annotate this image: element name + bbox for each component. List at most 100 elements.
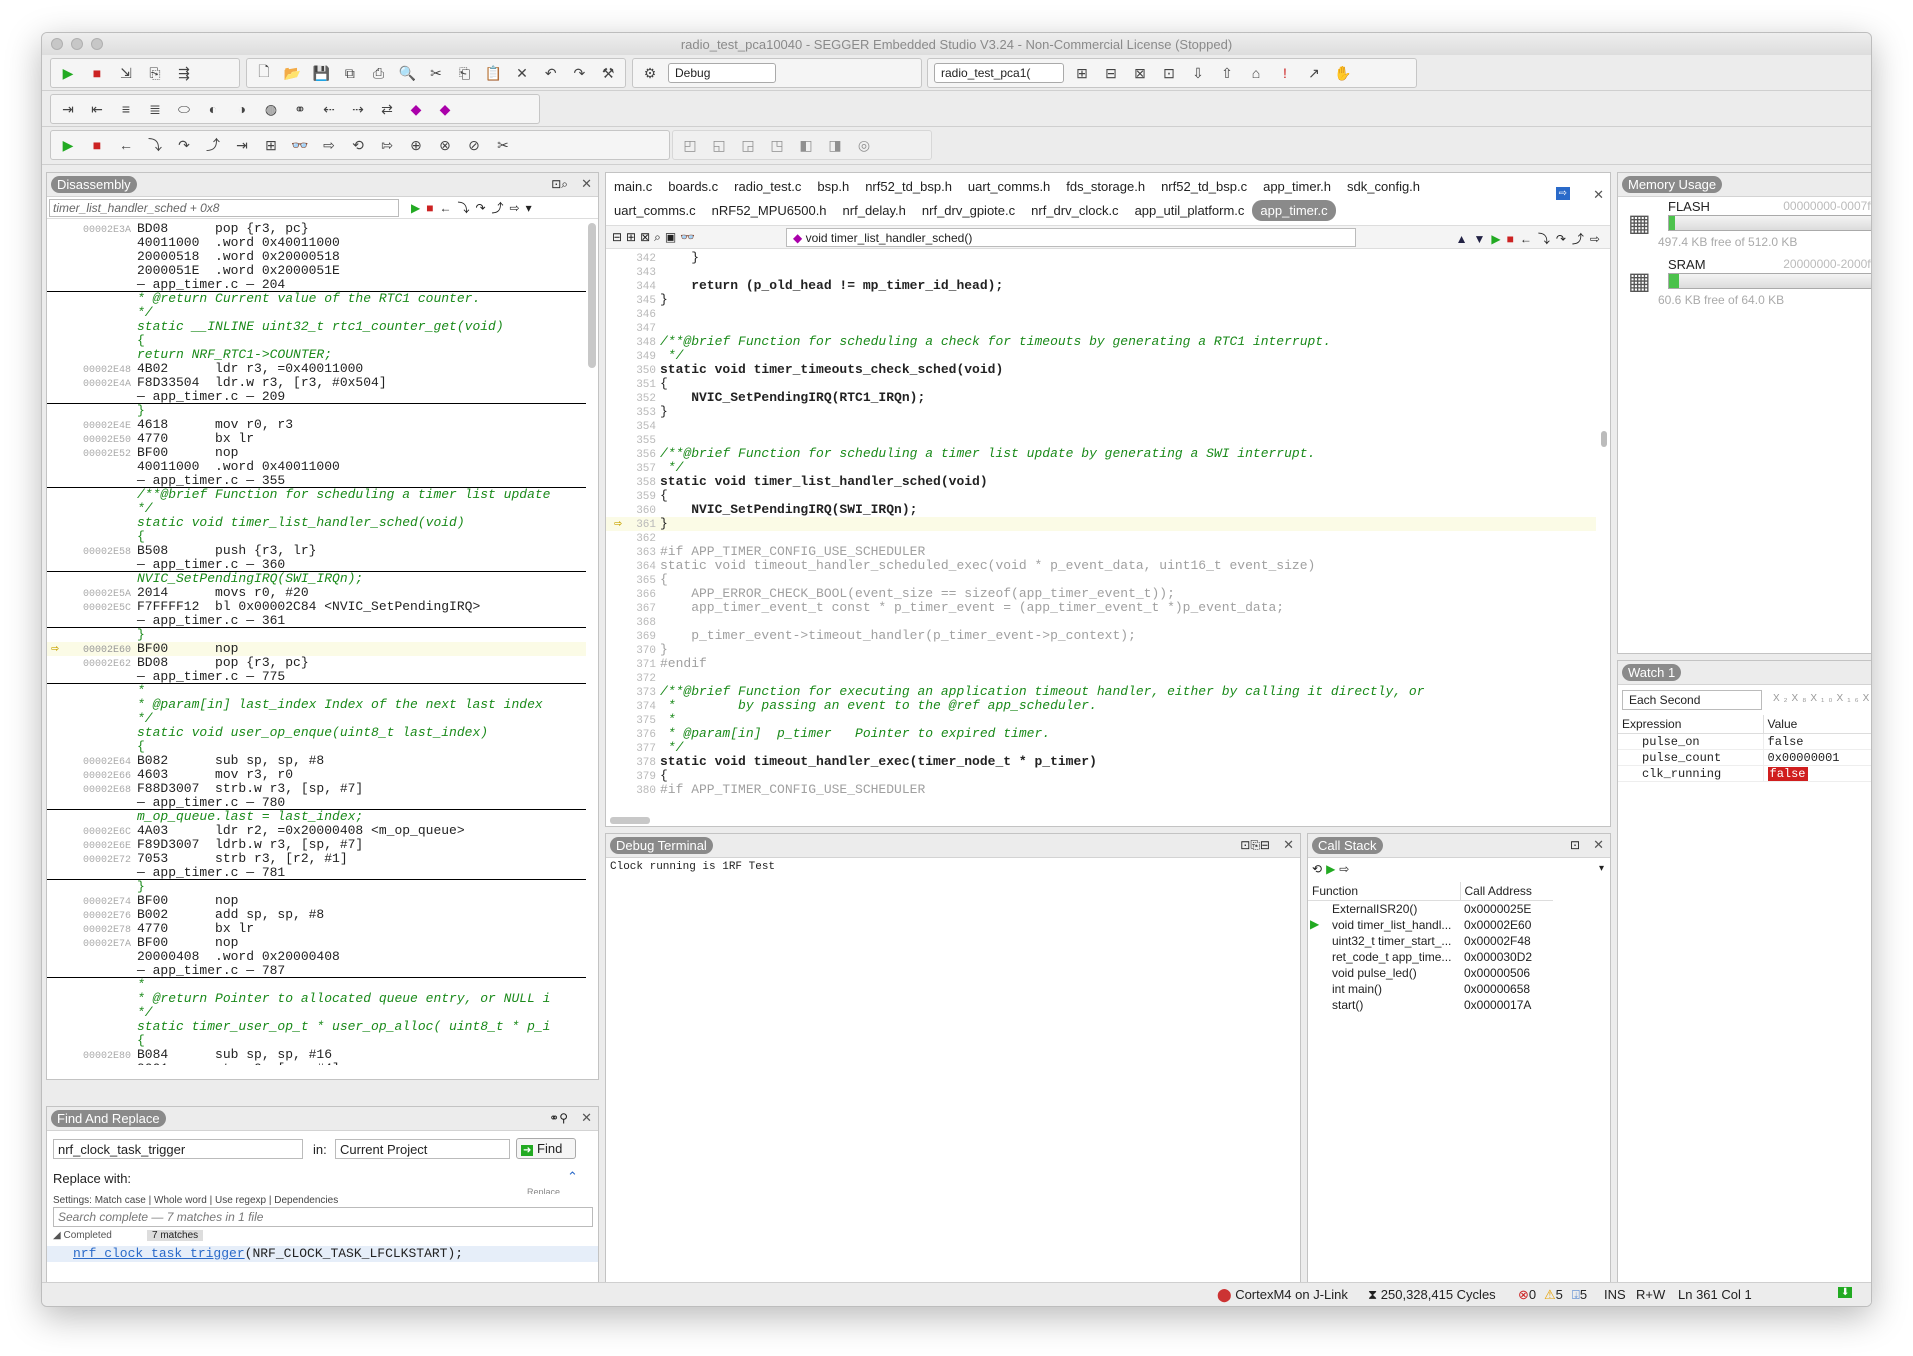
callstack-row[interactable]: uint32_t timer_start_... 0x00002F48 — [1308, 933, 1553, 949]
build-config-select[interactable]: Debug — [668, 63, 776, 83]
code-line[interactable]: 371 #endif — [606, 657, 1596, 672]
code-line[interactable]: 347 — [606, 321, 1596, 335]
editor-tab[interactable]: boards.c — [660, 176, 726, 197]
disasm-line[interactable]: 00002E74 BF00 nop — [47, 894, 586, 909]
infos-status[interactable]: ⍗5 — [1572, 1287, 1587, 1303]
project-tool-3-icon[interactable]: ⊠ — [1129, 62, 1151, 84]
disasm-line[interactable]: } — [47, 628, 586, 642]
breakpoint-3-icon[interactable]: ◲ — [737, 134, 759, 156]
code-line[interactable]: 367 app_timer_event_t const * p_timer_ev… — [606, 601, 1596, 616]
disasm-line[interactable]: */ — [47, 1006, 586, 1020]
disasm-line[interactable]: m_op_queue.last = last_index; — [47, 810, 586, 824]
find-completed-tab[interactable]: ◢ Completed — [53, 1230, 112, 1241]
disasm-line[interactable]: — app_timer.c — 209 — [47, 390, 586, 404]
new-file-icon[interactable]: 🗋 — [253, 62, 275, 84]
code-line[interactable]: 344 return (p_old_head != mp_timer_id_he… — [606, 279, 1596, 294]
download-icon[interactable]: ⬇ — [1838, 1287, 1853, 1298]
outdent-icon[interactable]: ⇤ — [86, 98, 108, 120]
disassembly-options-icon[interactable]: ⊡⌕ — [551, 177, 568, 192]
callstack-col-function[interactable]: Function — [1308, 882, 1461, 901]
close-icon[interactable]: ✕ — [1593, 187, 1604, 203]
paste-icon[interactable]: 📋 — [483, 62, 505, 84]
code-line[interactable]: 362 — [606, 531, 1596, 545]
project-tool-4-icon[interactable]: ⊡ — [1158, 62, 1180, 84]
code-line[interactable]: 354 — [606, 419, 1596, 433]
find-query-input[interactable]: nrf_clock_task_trigger — [53, 1139, 303, 1159]
disasm-line[interactable]: /**@brief Function for scheduling a time… — [47, 488, 586, 502]
tab-list-icon[interactable]: ⇨ — [1555, 187, 1570, 200]
code-line[interactable]: 349 */ — [606, 349, 1596, 364]
step-over-icon[interactable]: ↷ — [173, 134, 195, 156]
disasm-line[interactable]: { — [47, 740, 586, 754]
disassembly-scrollbar[interactable] — [588, 223, 596, 368]
code-line[interactable]: 364 static void timeout_handler_scheduled… — [606, 559, 1596, 574]
disasm-line[interactable]: static timer_user_op_t * user_op_alloc( … — [47, 1020, 586, 1034]
disasm-line[interactable]: 00002E64 B082 sub sp, sp, #8 — [47, 754, 586, 769]
warnings-status[interactable]: ⚠5 — [1544, 1287, 1563, 1303]
close-icon[interactable]: ✕ — [1283, 837, 1294, 853]
undo-icon[interactable]: ↶ — [540, 62, 562, 84]
code-line[interactable]: 353} — [606, 405, 1596, 420]
use-regexp-option[interactable]: Use regexp — [215, 1195, 266, 1205]
project-select[interactable]: radio_test_pca1( — [934, 63, 1064, 83]
debug-tool-3-icon[interactable]: ⊗ — [434, 134, 456, 156]
callstack-row[interactable]: ExternalISR20() 0x0000025E — [1308, 901, 1553, 917]
redo-icon[interactable]: ↷ — [569, 62, 591, 84]
find-matches-tab[interactable]: 7 matches — [147, 1230, 204, 1241]
tool-icon[interactable]: ⚒ — [597, 62, 619, 84]
close-icon[interactable]: ✕ — [581, 176, 592, 192]
callstack-row[interactable]: start() 0x0000017A — [1308, 997, 1553, 1013]
disasm-line[interactable]: 00002E66 4603 mov r3, r0 — [47, 768, 586, 783]
disasm-line[interactable]: 00002E78 4770 bx lr — [47, 922, 586, 937]
save-all-icon[interactable]: ⧉ — [339, 62, 361, 84]
bookmark-prev-icon[interactable]: ◐ — [202, 98, 224, 120]
disasm-line[interactable]: 00002E50 4770 bx lr — [47, 432, 586, 447]
cut-icon[interactable]: ✂ — [425, 62, 447, 84]
terminal-options-icon[interactable]: ⊡⎘⊟ — [1240, 838, 1270, 853]
code-line[interactable]: 358 static void timer_list_handler_sched(… — [606, 475, 1596, 490]
stop-icon[interactable]: ■ — [86, 62, 108, 84]
disasm-line[interactable]: 00002E76 B002 add sp, sp, #8 — [47, 908, 586, 923]
disasm-line[interactable]: — app_timer.c — 355 — [47, 474, 586, 488]
continue-icon[interactable]: ▶ — [57, 134, 79, 156]
callstack-menu-icon[interactable]: ▾ — [1599, 863, 1604, 874]
replace-button[interactable]: Replace — [527, 1187, 560, 1194]
disassembly-location-input[interactable]: timer_list_handler_sched + 0x8 — [49, 199, 399, 217]
code-line[interactable]: 350 static void timer_timeouts_check_sche… — [606, 363, 1596, 378]
editor-tab[interactable]: app_timer.c — [1252, 200, 1336, 221]
disassembly-listing[interactable]: 00002E3A BD08 pop {r3, pc} 40011000 .word … — [47, 222, 586, 1065]
code-line[interactable]: 352 NVIC_SetPendingIRQ(RTC1_IRQn); — [606, 391, 1596, 406]
disasm-line[interactable]: — app_timer.c — 787 — [47, 964, 586, 978]
disasm-line[interactable]: * @return Current value of the RTC1 coun… — [47, 292, 586, 306]
project-tool-7-icon[interactable]: ⌂ — [1245, 62, 1267, 84]
bookmark-clear-icon[interactable]: ◍ — [260, 98, 282, 120]
uncomment-icon[interactable]: ≣ — [144, 98, 166, 120]
run-to-cursor-icon[interactable]: ⇥ — [231, 134, 253, 156]
disasm-line[interactable]: 00002E80 B084 sub sp, sp, #16 — [47, 1048, 586, 1063]
collapse-icon[interactable]: ⌃ — [567, 1169, 578, 1185]
debug-tool-4-icon[interactable]: ⊘ — [463, 134, 485, 156]
disasm-line[interactable]: 2000051E .word 0x2000051E — [47, 264, 586, 278]
disassembly-controls-icon[interactable]: ▶■←⤵↷⤴⇨▾ — [411, 199, 538, 216]
code-line[interactable]: 379 { — [606, 769, 1596, 784]
stop-debug-icon[interactable]: ■ — [86, 134, 108, 156]
callstack-row[interactable]: ret_code_t app_time... 0x000030D2 — [1308, 949, 1553, 965]
disasm-line[interactable]: — app_timer.c — 775 — [47, 670, 586, 684]
disasm-line[interactable]: */ — [47, 306, 586, 320]
disasm-line[interactable]: — app_timer.c — 361 — [47, 614, 586, 628]
copy-icon[interactable]: ⎗ — [454, 62, 476, 84]
watch-radix-icon[interactable]: X₂X₈X₁₀X₁₆X₁₆X — [1773, 693, 1871, 704]
code-line[interactable]: 370} — [606, 643, 1596, 658]
delete-icon[interactable]: ✕ — [511, 62, 533, 84]
editor-tab[interactable]: main.c — [606, 176, 660, 197]
code-editor[interactable]: 342 } 343 344 return (p_old_head != mp_tim… — [606, 251, 1596, 815]
disasm-line[interactable]: 00002E52 BF00 nop — [47, 446, 586, 461]
editor-tab[interactable]: app_util_platform.c — [1127, 200, 1253, 221]
disasm-line[interactable]: static void timer_list_handler_sched(voi… — [47, 516, 586, 530]
step-out-icon[interactable]: ⤴ — [202, 134, 224, 156]
code-line[interactable]: 374 * by passing an event to the @ref ap… — [606, 699, 1596, 714]
tag-next-icon[interactable]: ◆ — [434, 98, 456, 120]
errors-status[interactable]: ⊗0 — [1518, 1287, 1536, 1303]
disasm-line[interactable]: 00002E5C F7FFFF12 bl 0x00002C84 <NVIC_Set… — [47, 600, 586, 615]
callstack-row[interactable]: int main() 0x00000658 — [1308, 981, 1553, 997]
